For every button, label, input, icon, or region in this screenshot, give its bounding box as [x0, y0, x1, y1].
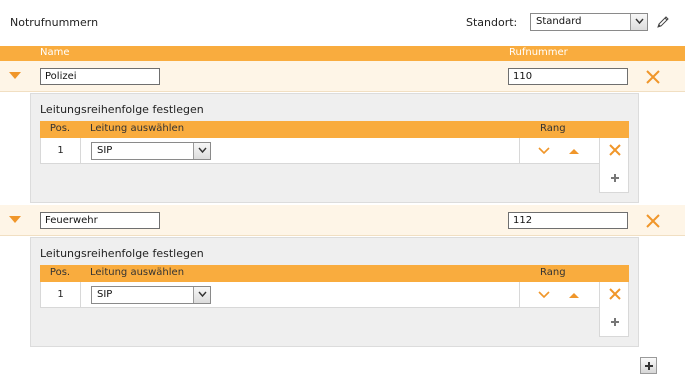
line-position: 1 [41, 138, 81, 163]
line-row: 1 SIP [40, 138, 629, 164]
line-order-panel: Leitungsreihenfolge festlegen Pos. Leitu… [30, 93, 639, 203]
arrow-down-icon[interactable] [538, 147, 550, 155]
emergency-number-row: Polizei 110 [0, 61, 685, 92]
column-header-pos: Pos. [49, 267, 71, 278]
line-row: 1 SIP [40, 282, 629, 308]
top-bar: Notrufnummern Standort: Standard [0, 0, 685, 46]
location-select[interactable]: Standard [530, 13, 648, 31]
add-line-button[interactable] [599, 307, 629, 337]
name-input[interactable]: Polizei [40, 68, 160, 85]
number-input[interactable]: 112 [508, 212, 628, 229]
rank-cell [519, 282, 600, 307]
add-number-button[interactable] [640, 357, 657, 374]
emergency-number-row: Feuerwehr 112 [0, 205, 685, 236]
line-select-value: SIP [97, 289, 113, 300]
plus-icon [611, 174, 619, 182]
name-input[interactable]: Feuerwehr [40, 212, 160, 229]
column-header-line: Leitung auswählen [90, 267, 185, 278]
line-order-caption: Leitungsreihenfolge festlegen [40, 103, 204, 116]
add-line-button[interactable] [599, 163, 629, 193]
column-header-line: Leitung auswählen [90, 123, 185, 134]
pencil-icon[interactable] [655, 14, 671, 30]
arrow-up-icon[interactable] [568, 291, 580, 299]
arrow-up-icon[interactable] [568, 147, 580, 155]
chevron-down-icon[interactable] [8, 215, 22, 225]
line-order-panel: Leitungsreihenfolge festlegen Pos. Leitu… [30, 237, 639, 347]
close-icon[interactable] [645, 69, 661, 85]
rank-cell [519, 138, 600, 163]
column-header-number: Rufnummer [509, 47, 568, 58]
line-select-value: SIP [97, 145, 113, 156]
line-table-header: Pos. Leitung auswählen Rang [40, 121, 629, 138]
line-table-header: Pos. Leitung auswählen Rang [40, 265, 629, 282]
page-title: Notrufnummern [10, 16, 99, 29]
chevron-down-icon[interactable] [8, 71, 22, 81]
line-position: 1 [41, 282, 81, 307]
table-header: Name Rufnummer [0, 46, 685, 61]
chevron-down-icon[interactable] [193, 287, 210, 303]
close-icon[interactable] [608, 287, 622, 301]
column-header-name: Name [40, 47, 70, 58]
column-header-pos: Pos. [49, 123, 71, 134]
line-select[interactable]: SIP [91, 142, 211, 160]
line-select[interactable]: SIP [91, 286, 211, 304]
location-select-value: Standard [536, 16, 582, 27]
close-icon[interactable] [645, 213, 661, 229]
number-input[interactable]: 110 [508, 68, 628, 85]
arrow-down-icon[interactable] [538, 291, 550, 299]
column-header-rank: Rang [540, 123, 566, 134]
plus-icon [611, 318, 619, 326]
plus-icon [645, 362, 653, 370]
chevron-down-icon[interactable] [630, 14, 647, 30]
location-label: Standort: [466, 16, 518, 29]
close-icon[interactable] [608, 143, 622, 157]
chevron-down-icon[interactable] [193, 143, 210, 159]
column-header-rank: Rang [540, 267, 566, 278]
line-order-caption: Leitungsreihenfolge festlegen [40, 247, 204, 260]
